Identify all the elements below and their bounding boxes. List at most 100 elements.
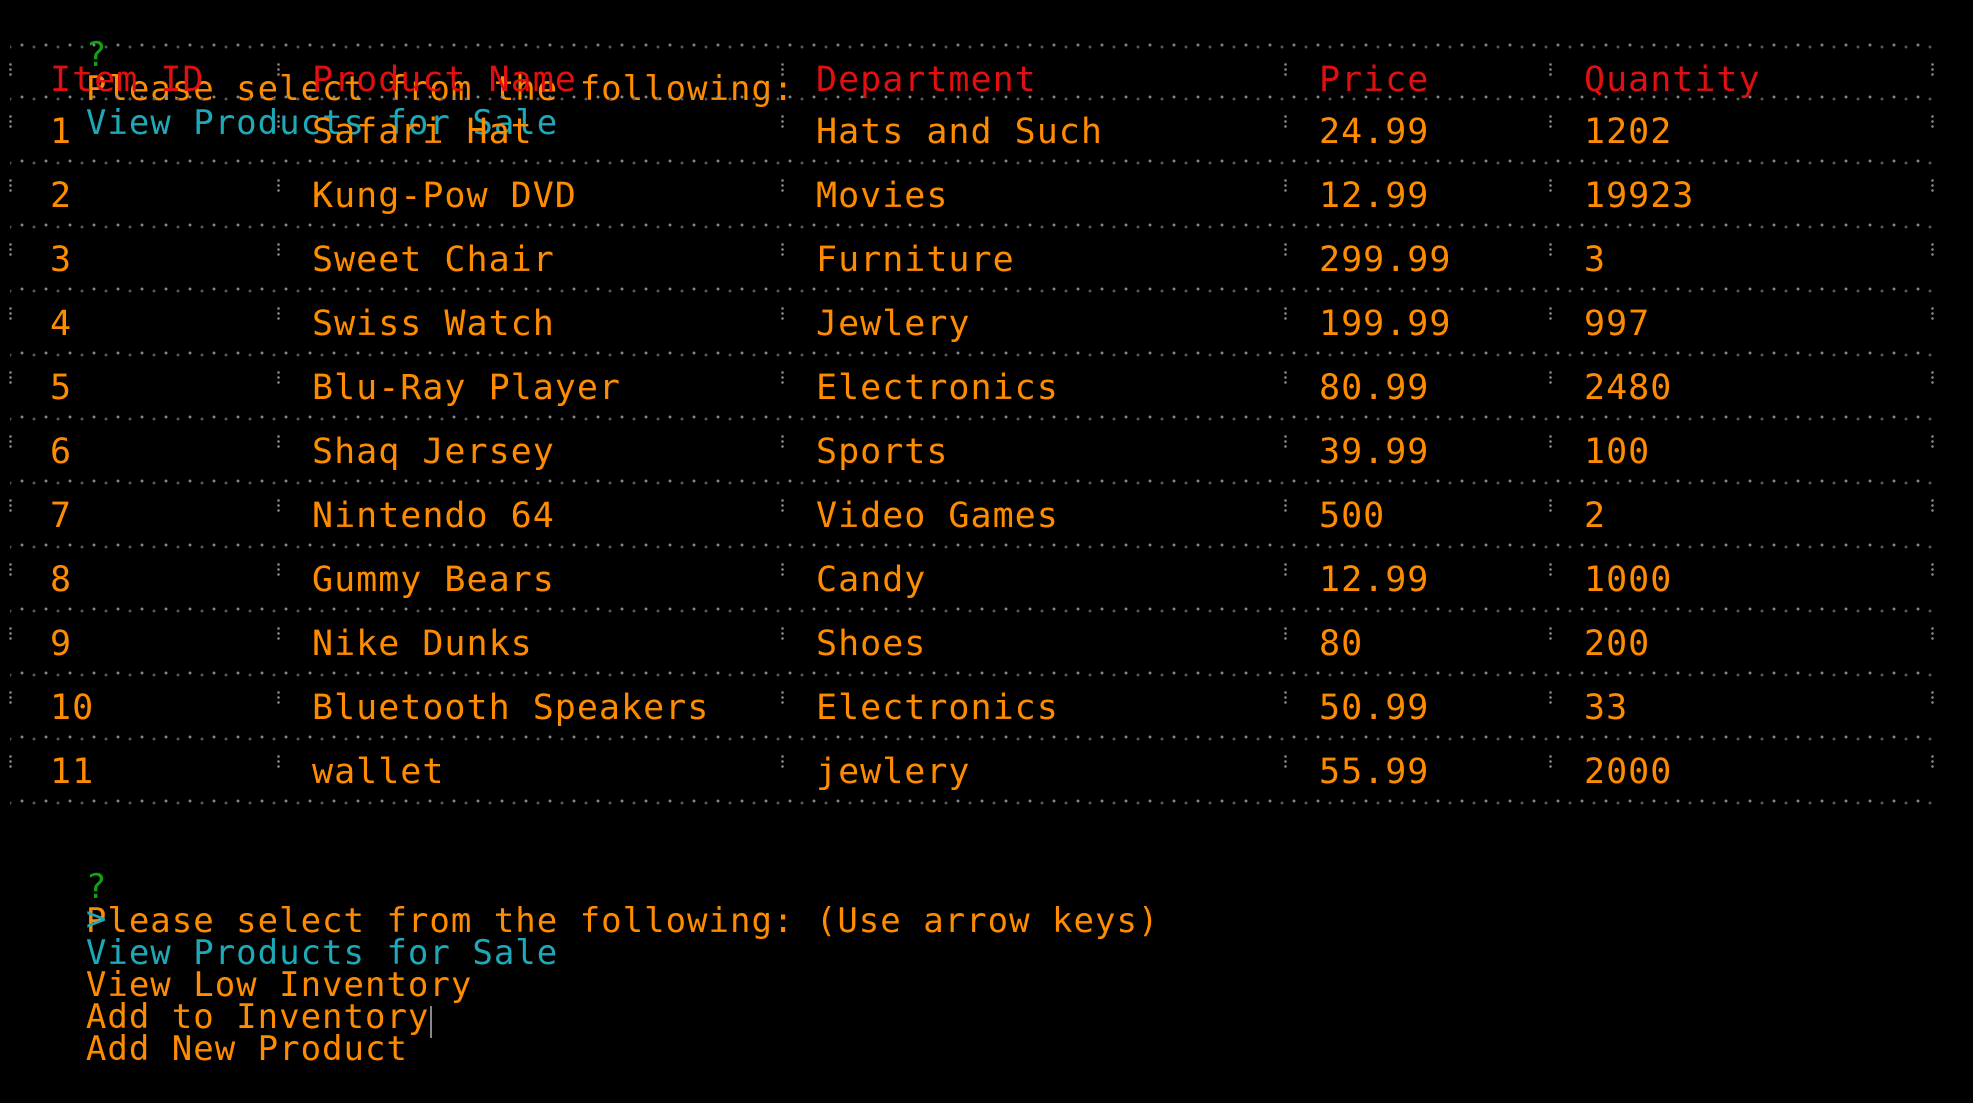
department-cell: Furniture [816,240,1015,280]
column-separator [8,498,13,514]
price-cell: 199.99 [1319,304,1452,344]
column-separator [276,242,281,258]
price-cell: 80 [1319,624,1364,664]
column-separator [8,242,13,258]
price-cell: 24.99 [1319,112,1430,152]
text-cursor [430,1006,432,1038]
product-name-cell: Sweet Chair [312,240,555,280]
column-separator [8,370,13,386]
product-name-cell: Gummy Bears [312,560,555,600]
table-row: 1 Safari Hat Hats and Such 24.99 1202 [0,104,1940,160]
column-separator [276,114,281,130]
item-id-cell: 1 [50,112,73,152]
price-cell: 39.99 [1319,432,1430,472]
column-separator [1548,242,1553,258]
column-separator [1283,178,1288,194]
column-separator [1548,754,1553,770]
column-separator [276,498,281,514]
department-cell: Hats and Such [816,112,1103,152]
table-border-top [10,40,1940,50]
table-row-divider [10,732,1940,742]
products-table: Item ID Product Name Department Price Qu… [0,40,1940,820]
item-id-cell: 2 [50,176,73,216]
table-row-divider [10,220,1940,230]
product-name-cell: Swiss Watch [312,304,555,344]
column-separator [8,306,13,322]
column-separator [1548,562,1553,578]
item-id-cell: 9 [50,624,73,664]
product-name-cell: Nike Dunks [312,624,533,664]
quantity-cell: 33 [1584,688,1629,728]
table-row-divider [10,348,1940,358]
table-row-divider [10,604,1940,614]
item-id-cell: 10 [50,688,95,728]
column-separator [276,434,281,450]
column-separator [1930,370,1935,386]
product-name-cell: wallet [312,752,445,792]
column-separator [1930,306,1935,322]
department-cell: Electronics [816,688,1059,728]
column-separator [1930,114,1935,130]
option-add-new-product: Add New Product [85,1029,408,1069]
table-row: 9 Nike Dunks Shoes 80 200 [0,616,1940,672]
column-separator [780,242,785,258]
terminal-window: ? Please select from the following: View… [0,0,1973,1066]
quantity-cell: 200 [1584,624,1651,664]
table-row: 7 Nintendo 64 Video Games 500 2 [0,488,1940,544]
column-separator [780,690,785,706]
product-name-cell: Safari Hat [312,112,533,152]
column-separator [780,62,785,78]
column-separator [276,62,281,78]
table-row: 6 Shaq Jersey Sports 39.99 100 [0,424,1940,480]
product-name-cell: Nintendo 64 [312,496,555,536]
department-cell: Candy [816,560,927,600]
item-id-cell: 4 [50,304,73,344]
column-separator [1283,690,1288,706]
column-separator [1283,62,1288,78]
product-name-cell: Bluetooth Speakers [312,688,710,728]
table-row: 3 Sweet Chair Furniture 299.99 3 [0,232,1940,288]
column-separator [780,562,785,578]
table-row-divider [10,284,1940,294]
column-separator [1283,306,1288,322]
table-header-divider [10,92,1940,102]
item-id-cell: 11 [50,752,95,792]
department-cell: Sports [816,432,949,472]
column-separator [1283,370,1288,386]
column-separator [1283,754,1288,770]
column-separator [1283,498,1288,514]
column-separator [1548,114,1553,130]
quantity-cell: 2 [1584,496,1607,536]
department-cell: Movies [816,176,949,216]
quantity-cell: 2480 [1584,368,1673,408]
table-row-divider [10,156,1940,166]
table-row-divider [10,540,1940,550]
quantity-cell: 1000 [1584,560,1673,600]
quantity-cell: 2000 [1584,752,1673,792]
table-row: 4 Swiss Watch Jewlery 199.99 997 [0,296,1940,352]
column-separator [8,754,13,770]
column-separator [1283,242,1288,258]
column-separator [276,178,281,194]
table-border-bottom [10,796,1940,806]
table-row: 5 Blu-Ray Player Electronics 80.99 2480 [0,360,1940,416]
column-separator [1283,562,1288,578]
department-cell: Jewlery [816,304,971,344]
quantity-cell: 100 [1584,432,1651,472]
table-row: 2 Kung-Pow DVD Movies 12.99 19923 [0,168,1940,224]
price-cell: 500 [1319,496,1386,536]
quantity-cell: 1202 [1584,112,1673,152]
department-cell: jewlery [816,752,971,792]
item-id-cell: 6 [50,432,73,472]
column-separator [1548,62,1553,78]
column-separator [8,434,13,450]
column-separator [1930,242,1935,258]
price-cell: 80.99 [1319,368,1430,408]
column-separator [8,178,13,194]
column-separator [780,498,785,514]
table-row-divider [10,412,1940,422]
column-separator [1548,434,1553,450]
menu-option[interactable]: Add New Product [0,964,408,1100]
department-cell: Electronics [816,368,1059,408]
column-separator [1930,626,1935,642]
